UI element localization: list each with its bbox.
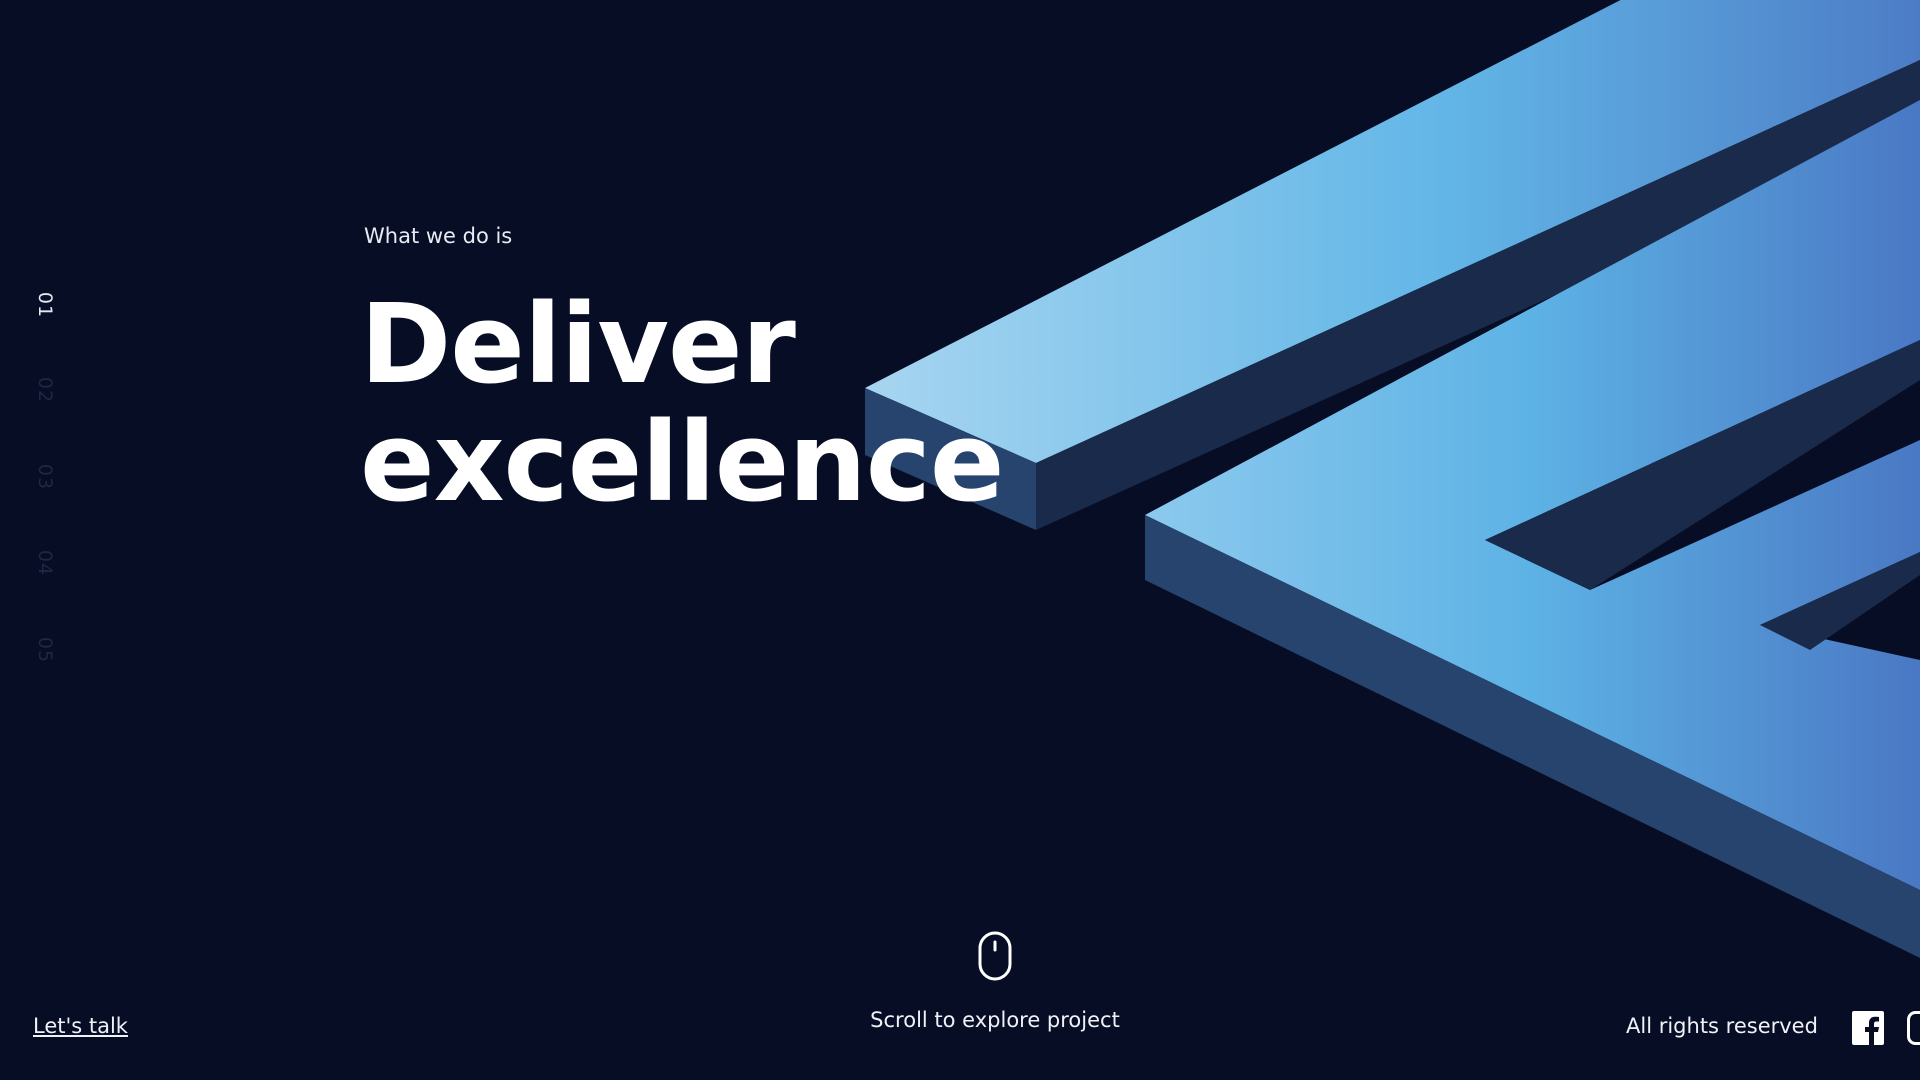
- mouse-scroll-icon: [978, 931, 1012, 981]
- section-nav-item-02[interactable]: 02: [30, 365, 60, 415]
- isometric-shape-illustration: [865, 0, 1920, 958]
- section-nav-item-01[interactable]: 01: [30, 280, 60, 330]
- hero-headline-line2: excellence: [360, 398, 1005, 526]
- hero-headline: Deliver excellence: [360, 280, 1005, 526]
- section-nav-item-05[interactable]: 05: [30, 625, 60, 675]
- landing-page: 01 02 03 04 05 What we do is Deliver exc…: [0, 0, 1920, 1080]
- hero-eyebrow: What we do is: [364, 224, 513, 248]
- copyright-text: All rights reserved: [1626, 1014, 1818, 1038]
- social-icon-partial[interactable]: [1907, 1011, 1920, 1045]
- section-nav: 01 02 03 04 05: [30, 280, 60, 680]
- scroll-label: Scroll to explore project: [870, 1008, 1120, 1032]
- scroll-indicator[interactable]: Scroll to explore project: [860, 930, 1130, 1050]
- facebook-icon[interactable]: [1852, 1011, 1884, 1045]
- section-nav-item-03[interactable]: 03: [30, 452, 60, 502]
- section-nav-item-04[interactable]: 04: [30, 538, 60, 588]
- hero-headline-line1: Deliver: [360, 280, 796, 408]
- lets-talk-link[interactable]: Let's talk: [33, 1014, 128, 1038]
